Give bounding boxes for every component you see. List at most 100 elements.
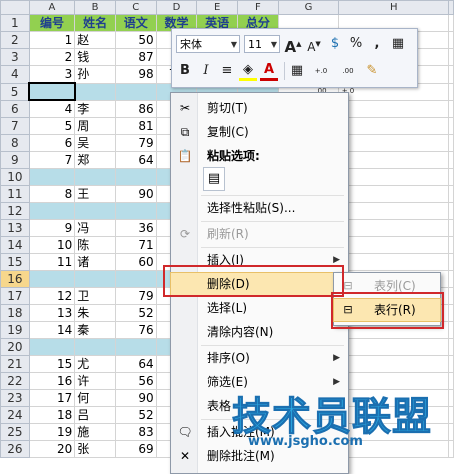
cell-name[interactable] [74,202,116,220]
cell[interactable] [448,168,454,186]
cell-chinese[interactable]: 56 [114,372,157,390]
cell-name[interactable]: 李 [74,99,116,118]
row-header[interactable]: 21 [0,355,30,373]
shrink-font-button[interactable]: A▼ [305,34,323,54]
cell[interactable] [448,389,454,407]
row-header[interactable]: 22 [0,372,30,390]
row-header[interactable]: 3 [0,48,30,66]
cell-number[interactable]: 2 [28,48,76,66]
cell-name[interactable] [74,168,116,186]
cell-name[interactable] [74,270,116,288]
row-header[interactable]: 4 [0,65,30,84]
select-all-corner[interactable] [0,0,30,15]
row-header[interactable]: 2 [0,31,30,49]
increase-decimal-button[interactable]: +.0 .00 [309,61,333,95]
cell-chinese[interactable] [114,82,157,101]
cell[interactable] [448,219,454,237]
cell-number[interactable] [28,338,76,356]
cell-name[interactable]: 何 [74,389,116,407]
cell[interactable] [338,236,449,254]
row-header[interactable]: 18 [0,304,30,322]
cell[interactable] [448,338,454,356]
row-header[interactable]: 25 [0,423,30,441]
row-header[interactable]: 24 [0,406,30,424]
cell[interactable] [448,355,454,373]
cell-number[interactable]: 10 [28,236,76,254]
row-header[interactable]: 15 [0,253,30,271]
cell-chinese[interactable]: 52 [114,406,157,424]
row-header[interactable]: 14 [0,236,30,254]
cell-chinese[interactable]: 79 [114,134,157,152]
cell[interactable] [338,253,449,271]
cell-chinese[interactable]: 79 [114,287,157,305]
grow-font-button[interactable]: A▲ [284,34,302,56]
cell-number[interactable]: 6 [28,134,76,152]
cell-chinese[interactable]: 76 [114,321,157,339]
cell-chinese[interactable]: 69 [114,440,157,458]
cell[interactable] [448,65,454,84]
cell-number[interactable] [28,270,76,288]
cell[interactable] [448,236,454,254]
cell[interactable] [448,14,454,32]
cell-name[interactable]: 郑 [74,151,116,169]
cell-number[interactable]: 13 [28,304,76,322]
cell[interactable] [448,406,454,424]
row-header[interactable]: 10 [0,168,30,186]
cell[interactable] [338,338,449,356]
header-cell[interactable]: 姓名 [74,14,116,32]
cell-chinese[interactable]: 81 [114,117,157,135]
align-center-button[interactable]: ≡ [218,61,236,81]
column-header[interactable]: F [236,0,279,15]
header-cell[interactable]: 语文 [114,14,157,32]
cell-name[interactable]: 卫 [74,287,116,305]
cell-chinese[interactable]: 64 [114,151,157,169]
borders-icon[interactable]: ▦ [288,61,306,81]
cell[interactable] [448,117,454,135]
column-header[interactable]: D [155,0,198,15]
row-header[interactable]: 26 [0,440,30,458]
cell-name[interactable]: 陈 [74,236,116,254]
cell-chinese[interactable] [114,338,157,356]
row-header[interactable]: 7 [0,117,30,135]
cell-number[interactable]: 11 [28,253,76,271]
cell-name[interactable]: 孙 [74,65,116,84]
font-color-button[interactable]: A [260,62,278,81]
row-header[interactable]: 13 [0,219,30,237]
column-header[interactable]: B [74,0,116,15]
currency-format-button[interactable]: $ [326,34,344,54]
cell[interactable] [338,151,449,169]
cell[interactable] [448,48,454,66]
cell[interactable] [448,185,454,203]
fill-color-icon[interactable]: ◈ [239,62,257,81]
cell[interactable] [448,253,454,271]
cell-number[interactable]: 1 [28,31,76,49]
italic-button[interactable]: I [197,61,215,81]
cell[interactable] [338,219,449,237]
row-header[interactable]: 8 [0,134,30,152]
cell-number[interactable]: 4 [28,99,76,118]
cell[interactable] [448,151,454,169]
cell-number[interactable]: 5 [28,117,76,135]
cell-number[interactable]: 18 [28,406,76,424]
cell-name[interactable]: 许 [74,372,116,390]
bold-button[interactable]: B [176,61,194,81]
row-header[interactable]: 1 [0,14,30,32]
cell-name[interactable]: 施 [74,423,116,441]
row-header[interactable]: 6 [0,99,30,118]
cell-chinese[interactable]: 71 [114,236,157,254]
cell-name[interactable]: 吴 [74,134,116,152]
cell-number[interactable]: 14 [28,321,76,339]
cell-chinese[interactable] [114,270,157,288]
cell-chinese[interactable]: 64 [114,355,157,373]
cell[interactable] [448,270,454,288]
cell[interactable] [448,372,454,390]
cell-name[interactable]: 朱 [74,304,116,322]
cell-name[interactable]: 张 [74,440,116,458]
column-header[interactable]: A [28,0,76,15]
font-size-select[interactable]: 11 ▼ [244,35,280,53]
cell[interactable] [448,304,454,322]
cell-number[interactable]: 16 [28,372,76,390]
cell-number[interactable] [28,202,76,220]
menu-item-paste-special[interactable]: 选择性粘贴(S)... [171,197,348,219]
cell-number[interactable]: 12 [28,287,76,305]
